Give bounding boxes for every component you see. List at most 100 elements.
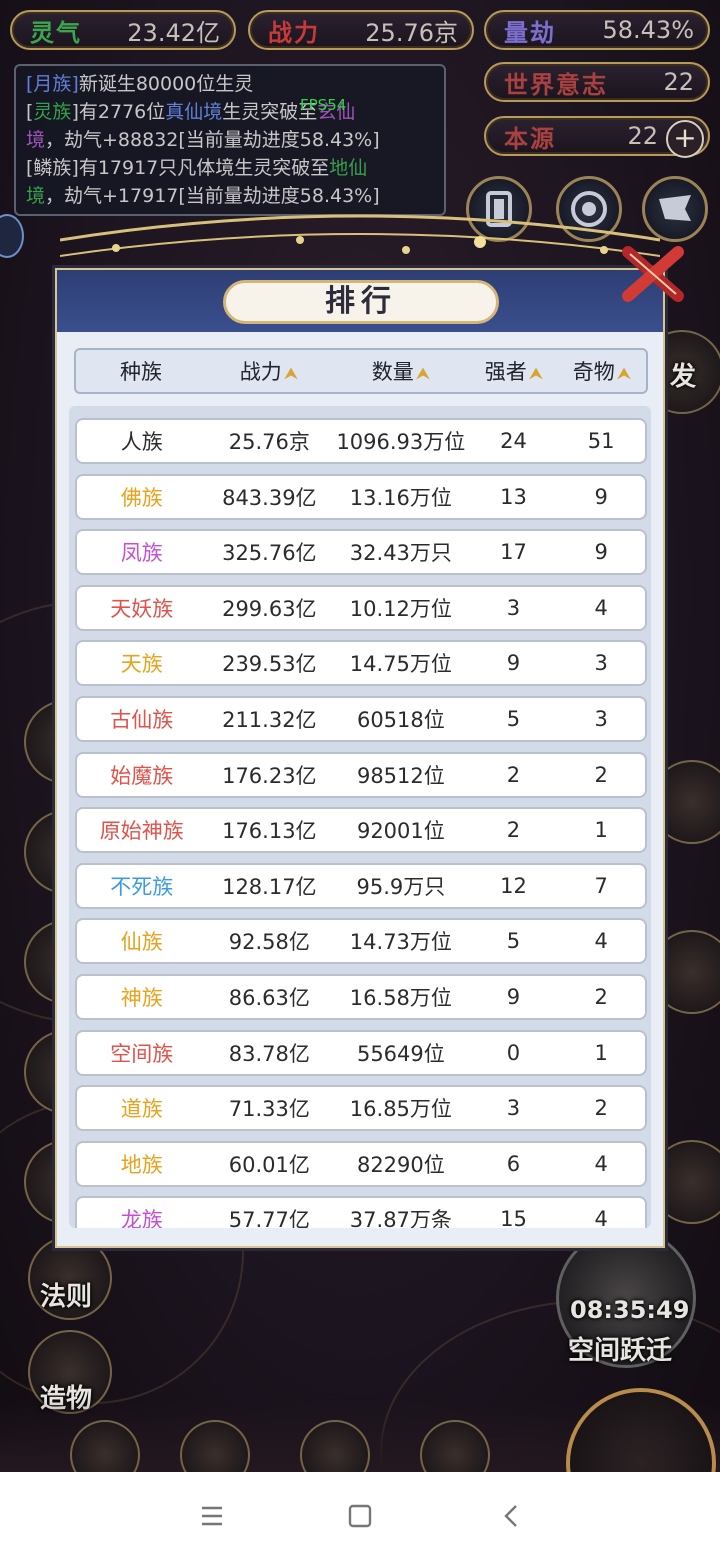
cell-item: 4: [594, 1151, 608, 1176]
cell-race: 道族: [120, 1097, 163, 1122]
cell-strong: 3: [506, 595, 521, 620]
resource-value: 22: [663, 68, 694, 96]
cell-count: 16.58万位: [349, 986, 452, 1010]
table-row[interactable]: 天族 239.53亿 14.75万位 9 3: [75, 640, 647, 687]
resource-zhanli: 战力 25.76京: [248, 10, 474, 50]
cell-item: 9: [594, 484, 608, 509]
resource-origin: 本源 22 +: [484, 116, 710, 158]
cell-strong: 2: [506, 818, 521, 843]
table-row[interactable]: 地族 60.01亿 82290位 6 4: [75, 1140, 647, 1187]
table-row[interactable]: 天妖族 299.63亿 10.12万位 3 4: [75, 584, 647, 631]
modal-header: 排行: [57, 270, 663, 332]
table-row[interactable]: 凤族 325.76亿 32.43万只 17 9: [75, 529, 647, 576]
table-row[interactable]: 古仙族 211.32亿 60518位 5 3: [75, 696, 647, 742]
sort-by-strong[interactable]: 强者 ⮝: [470, 356, 558, 386]
table-row[interactable]: 始魔族 176.23亿 98512位 2 2: [75, 751, 647, 798]
sort-by-power[interactable]: 战力 ⮝: [206, 356, 332, 386]
cell-race: 人族: [120, 430, 163, 454]
resource-label: 量劫: [504, 17, 556, 47]
cell-race: 地族: [120, 1152, 163, 1177]
cell-count: 55649位: [356, 1041, 445, 1066]
sort-arrow-icon: ⮝: [616, 364, 632, 384]
cell-item: 2: [594, 1096, 608, 1121]
cell-count: 37.87万条: [349, 1208, 452, 1228]
back-chevron-icon[interactable]: [490, 1494, 534, 1538]
cell-strong: 6: [506, 1151, 521, 1176]
table-row[interactable]: 仙族 92.58亿 14.73万位 5 4: [75, 918, 647, 965]
sort-arrow-icon: ⮝: [283, 364, 299, 384]
cell-strong: 17: [500, 540, 527, 565]
cell-strong: 15: [500, 1207, 527, 1228]
modal-title: 排行: [223, 280, 499, 324]
resource-liangjie: 量劫 58.43%: [484, 10, 710, 50]
table-header: 种族 战力 ⮝ 数量 ⮝ 强者 ⮝ 奇物 ⮝: [74, 348, 648, 394]
cell-power: 60.01亿: [228, 1152, 310, 1177]
message-log: [月族]新诞生80000位生灵 [灵族]有2776位真仙境生灵突破至玄仙 境，劫…: [14, 64, 446, 216]
cell-strong: 12: [500, 873, 527, 898]
table-row[interactable]: 佛族 843.39亿 13.16万位 13 9: [75, 473, 647, 520]
cell-power: 128.17亿: [222, 874, 317, 899]
menu-icon[interactable]: [190, 1494, 234, 1538]
cell-power: 299.63亿: [222, 596, 317, 621]
add-origin-button[interactable]: +: [666, 120, 704, 158]
cell-strong: 0: [506, 1040, 521, 1065]
cell-item: 9: [594, 540, 608, 565]
cell-race: 佛族: [120, 485, 163, 510]
cell-power: 71.33亿: [228, 1097, 310, 1122]
cell-power: 25.76京: [228, 430, 310, 454]
ranking-list[interactable]: 人族 25.76京 1096.93万位 24 51 佛族 843.39亿 13.16万位 13 9…: [69, 406, 651, 1228]
cell-power: 211.32亿: [222, 708, 317, 732]
cell-strong: 5: [506, 707, 521, 731]
resource-value: 23.42亿: [127, 18, 220, 47]
cell-strong: 9: [506, 985, 521, 1009]
resource-label: 灵气: [30, 17, 82, 47]
fps-counter: FPS54: [300, 96, 347, 114]
table-row[interactable]: 原始神族 176.13亿 92001位 2 1: [75, 807, 647, 854]
cell-item: 2: [594, 985, 608, 1009]
resource-world-will: 世界意志 22: [484, 62, 710, 102]
table-row[interactable]: 龙族 57.77亿 37.87万条 15 4: [75, 1196, 647, 1228]
table-row[interactable]: 空间族 83.78亿 55649位 0 1: [75, 1029, 647, 1076]
cell-count: 60518位: [356, 708, 445, 732]
sort-by-count[interactable]: 数量 ⮝: [332, 356, 470, 386]
cell-race: 始魔族: [110, 763, 174, 788]
cell-item: 4: [594, 595, 608, 620]
resource-label: 世界意志: [504, 69, 608, 99]
cell-strong: 2: [506, 762, 521, 787]
close-icon[interactable]: [620, 244, 686, 304]
cell-item: 1: [594, 1040, 608, 1065]
table-row[interactable]: 不死族 128.17亿 95.9万只 12 7: [75, 862, 647, 909]
sort-by-item[interactable]: 奇物 ⮝: [558, 356, 646, 386]
system-nav-bar: [0, 1472, 720, 1560]
cell-count: 95.9万只: [356, 874, 446, 899]
cell-item: 3: [594, 651, 608, 676]
cell-race: 天族: [120, 652, 163, 677]
cell-count: 10.12万位: [349, 596, 452, 621]
cell-strong: 13: [500, 484, 527, 509]
cell-race: 神族: [120, 986, 163, 1010]
table-row[interactable]: 人族 25.76京 1096.93万位 24 51: [75, 418, 647, 464]
small-level-badge: [0, 214, 24, 258]
resource-label: 战力: [268, 17, 320, 47]
cell-item: 4: [594, 929, 608, 954]
cell-count: 14.73万位: [349, 930, 452, 955]
cell-race: 不死族: [110, 874, 174, 899]
cell-strong: 5: [506, 929, 521, 954]
timer: 08:35:49: [570, 1296, 690, 1324]
cell-item: 51: [587, 429, 615, 453]
cell-power: 57.77亿: [228, 1208, 310, 1228]
table-row[interactable]: 道族 71.33亿 16.85万位 3 2: [75, 1085, 647, 1132]
table-row[interactable]: 神族 86.63亿 16.58万位 9 2: [75, 974, 647, 1020]
home-square-icon[interactable]: [338, 1494, 382, 1538]
fa-ze-label: 法则: [40, 1282, 93, 1312]
cell-item: 7: [594, 873, 608, 898]
cell-item: 4: [594, 1207, 608, 1228]
cell-strong: 24: [500, 429, 527, 453]
ranking-modal: 排行 种族 战力 ⮝ 数量 ⮝ 强者 ⮝ 奇物 ⮝ 人族 25.76京 1096.93万位 2…: [55, 268, 665, 1248]
cell-count: 98512位: [356, 763, 445, 788]
resource-value: 22: [627, 122, 658, 150]
cell-race: 龙族: [120, 1208, 163, 1228]
cell-count: 82290位: [356, 1152, 445, 1177]
resource-label: 本源: [504, 123, 556, 153]
cell-item: 1: [594, 818, 608, 843]
